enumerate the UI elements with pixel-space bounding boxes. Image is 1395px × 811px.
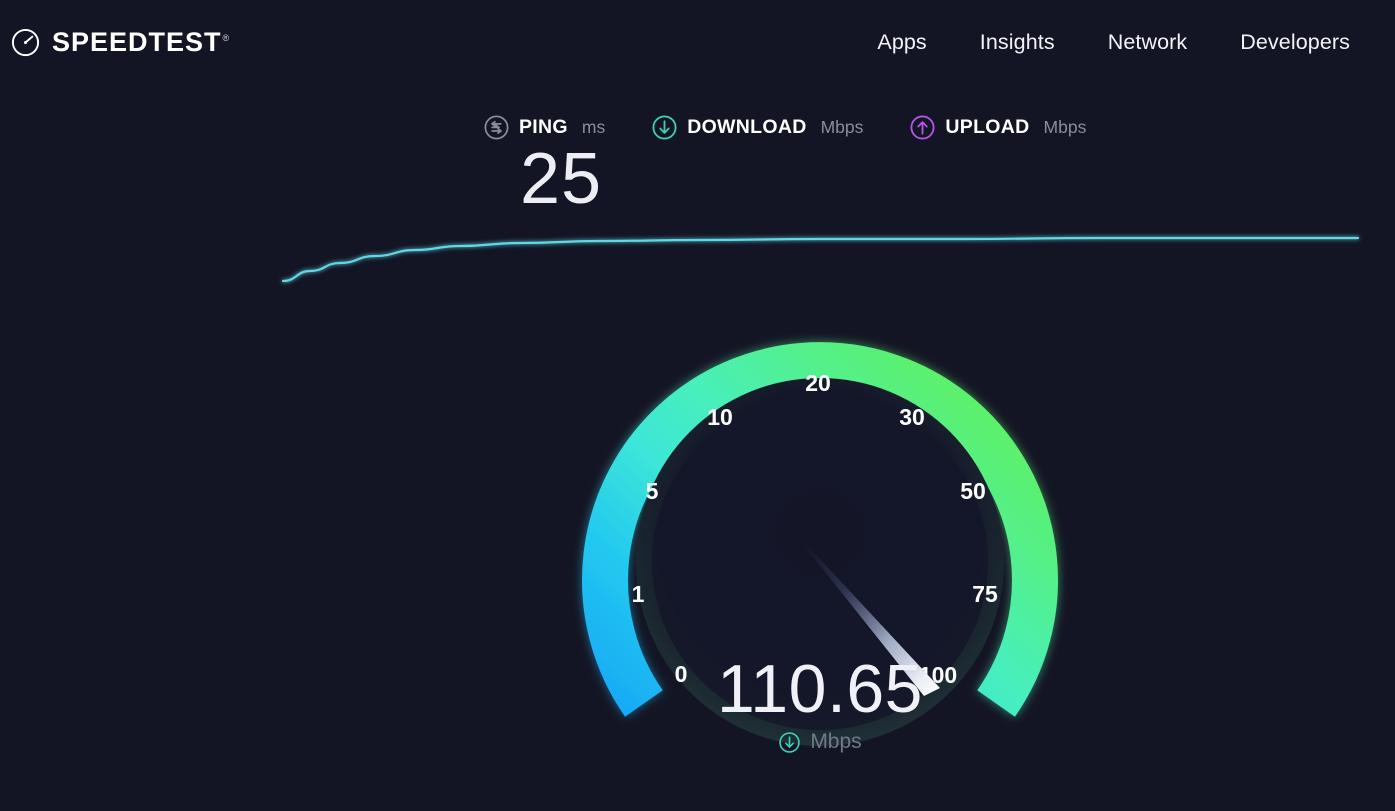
upload-arrow-icon: [909, 114, 936, 141]
gauge-tick-50: 50: [960, 478, 986, 504]
gauge-tick-20: 20: [805, 370, 831, 396]
download-arrow-icon: [651, 114, 678, 141]
metric-ping[interactable]: PING ms: [483, 114, 605, 141]
result-unit-row: Mbps: [640, 730, 1000, 754]
gauge-tick-10: 10: [707, 404, 733, 430]
ping-value: 25: [520, 139, 603, 219]
main-navigation: Apps Insights Network Developers: [877, 30, 1350, 55]
result-value: 110.65: [717, 651, 923, 727]
metric-download-unit: Mbps: [820, 117, 864, 137]
metric-upload-unit: Mbps: [1043, 117, 1087, 137]
metrics-row: PING ms DOWNLOAD Mbps UPLOAD Mbps: [483, 114, 1086, 141]
speedometer-icon: [10, 27, 41, 58]
gauge-tick-5: 5: [646, 478, 659, 504]
gauge-tick-1: 1: [632, 581, 645, 607]
metric-download[interactable]: DOWNLOAD Mbps: [651, 114, 863, 141]
trademark-symbol: ®: [222, 32, 231, 43]
nav-item-developers[interactable]: Developers: [1240, 30, 1350, 55]
metric-ping-label: PING: [519, 116, 568, 138]
metric-ping-unit: ms: [581, 117, 606, 137]
gauge-tick-75: 75: [972, 581, 998, 607]
brand-name: SPEEDTEST: [52, 26, 222, 57]
download-result: 110.65 Mbps: [640, 651, 1000, 754]
metric-upload[interactable]: UPLOAD Mbps: [909, 114, 1086, 141]
metric-download-label: DOWNLOAD: [687, 116, 807, 138]
gauge-tick-30: 30: [899, 404, 925, 430]
metric-upload-label: UPLOAD: [945, 116, 1030, 138]
site-header: SPEEDTEST® Apps Insights Network Develop…: [0, 0, 1395, 84]
speedtest-logo[interactable]: SPEEDTEST®: [10, 27, 230, 58]
ping-latency-icon: [483, 114, 510, 141]
result-unit-label: Mbps: [810, 730, 862, 754]
nav-item-apps[interactable]: Apps: [877, 30, 926, 55]
sparkline-path: [281, 236, 1360, 283]
latency-sparkline: [0, 215, 1395, 305]
nav-item-insights[interactable]: Insights: [980, 30, 1055, 55]
nav-item-network[interactable]: Network: [1108, 30, 1188, 55]
download-arrow-icon: [778, 731, 801, 754]
